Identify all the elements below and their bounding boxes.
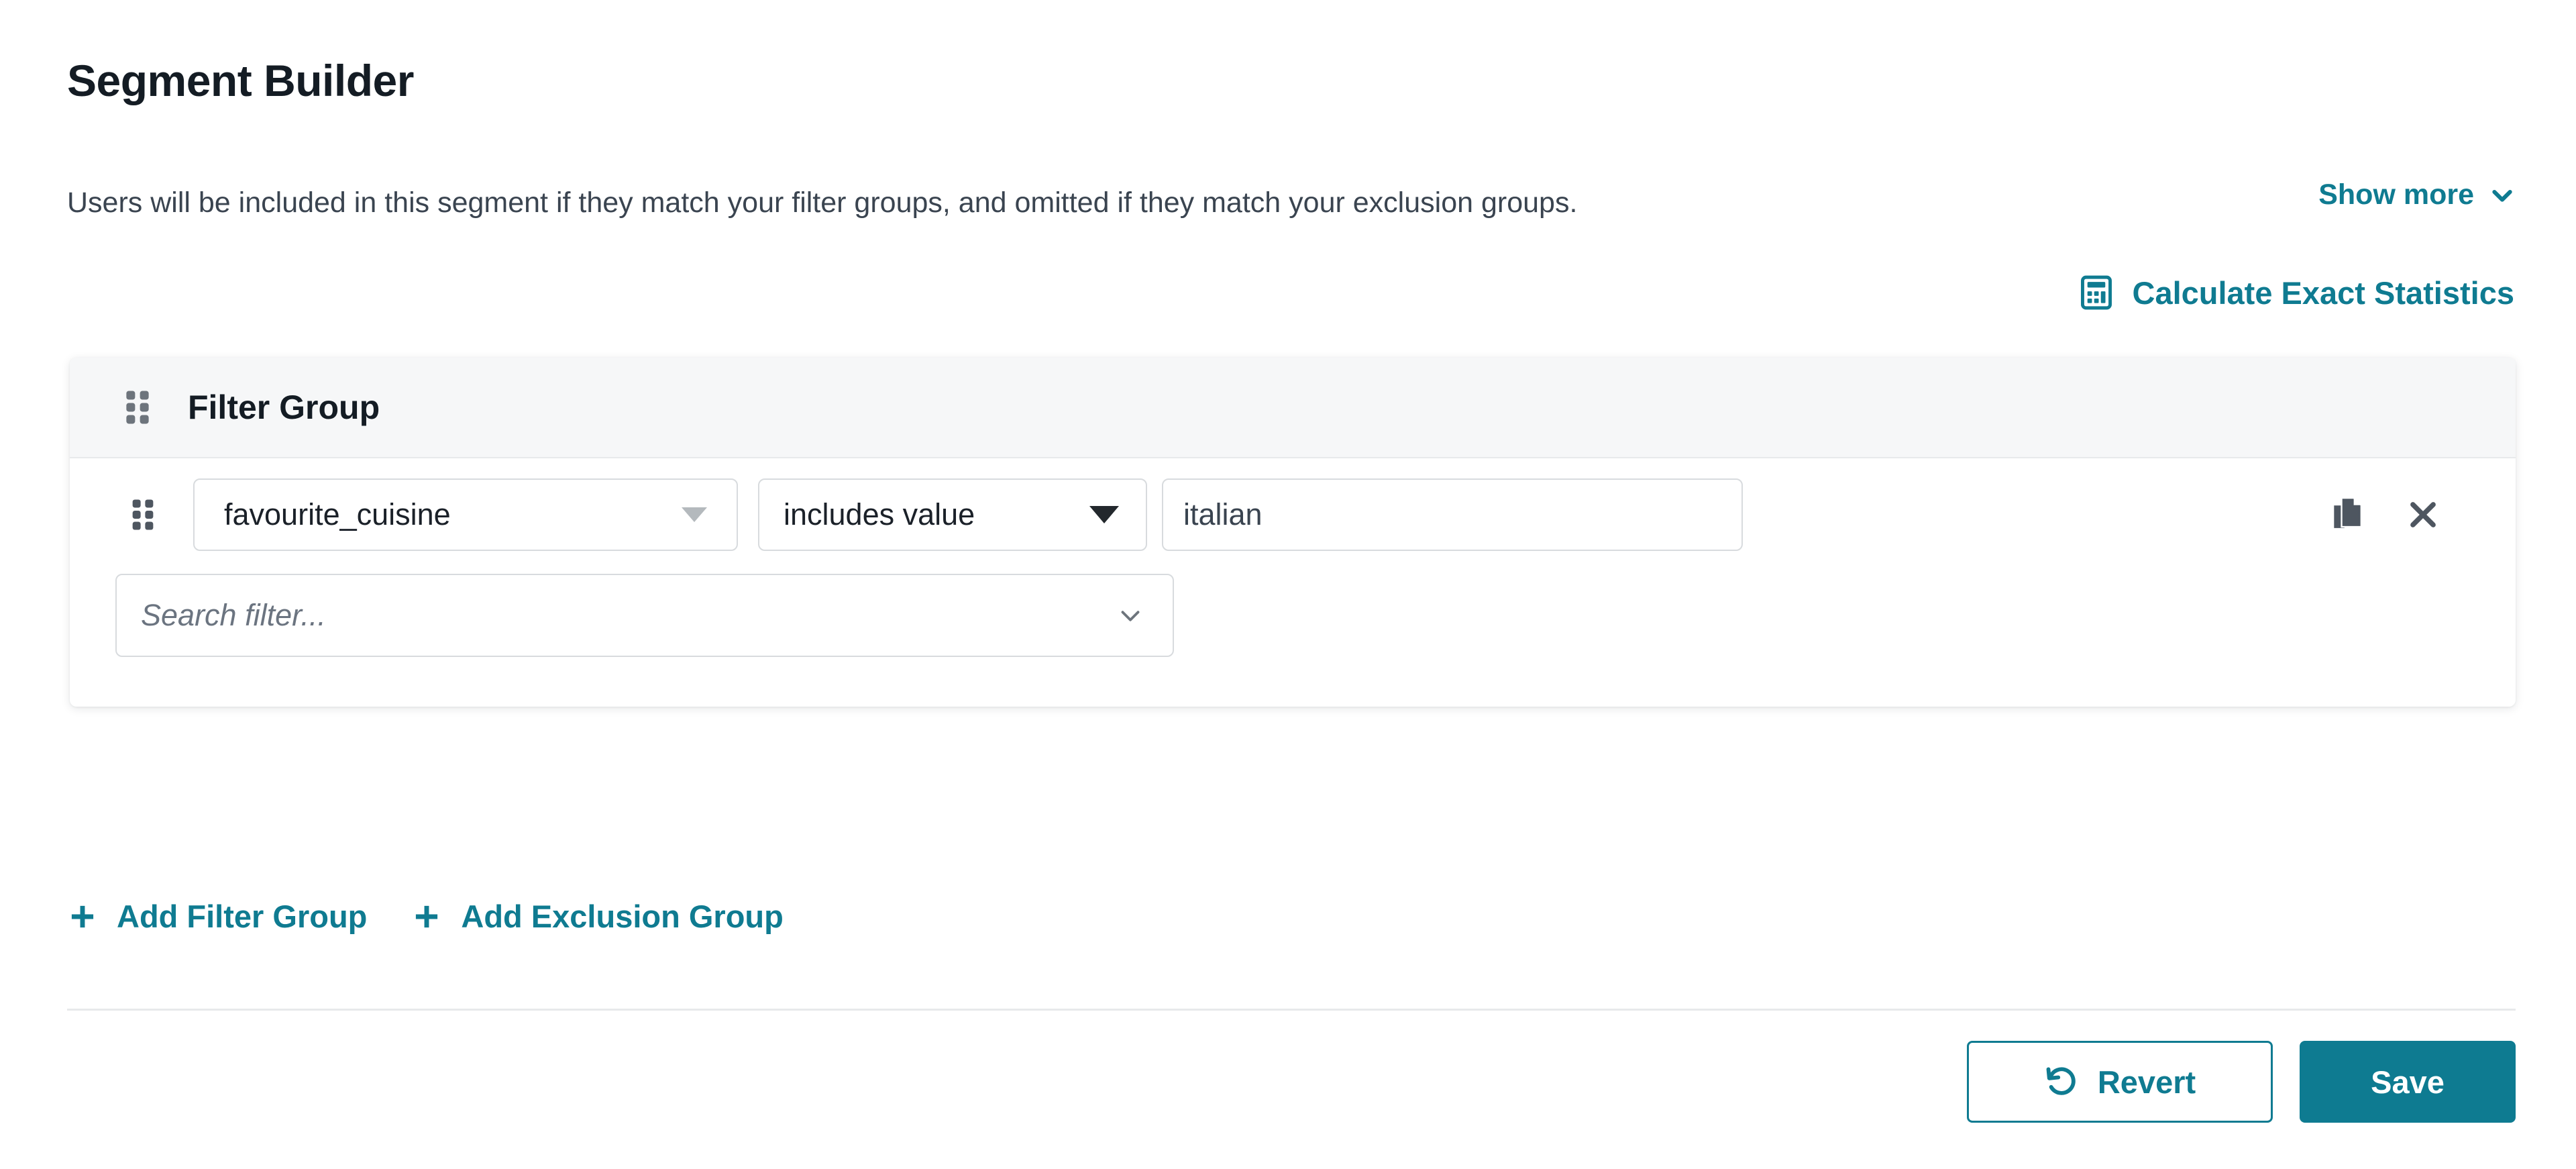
search-filter-combobox[interactable] [115,574,1174,657]
plus-icon [67,901,98,932]
filter-row: favourite_cuisine includes value [70,458,2516,571]
duplicate-icon[interactable] [2330,496,2365,533]
add-exclusion-group-label: Add Exclusion Group [461,899,784,934]
triangle-down-icon [682,507,707,522]
add-exclusion-group-button[interactable]: Add Exclusion Group [411,898,784,935]
calculate-exact-statistics-button[interactable]: Calculate Exact Statistics [2078,274,2515,311]
undo-icon [2044,1064,2079,1099]
page-title: Segment Builder [67,56,414,105]
filter-row-actions [2330,496,2440,533]
calculator-icon [2078,274,2115,311]
add-filter-group-label: Add Filter Group [117,899,368,934]
footer-buttons: Revert Save [1967,1041,2516,1123]
filter-operator-value: includes value [784,497,975,531]
filter-group-header: Filter Group [70,358,2516,458]
drag-handle-icon[interactable] [125,390,150,425]
close-icon[interactable] [2406,496,2440,533]
filter-value-input[interactable] [1162,478,1743,551]
filter-field-select[interactable]: favourite_cuisine [193,478,738,551]
chevron-down-icon [2489,182,2516,209]
description-row: Users will be included in this segment i… [67,179,2516,223]
filter-operator-select[interactable]: includes value [758,478,1147,551]
footer-divider [67,1009,2516,1011]
show-more-label: Show more [2318,179,2474,211]
filter-field-value: favourite_cuisine [224,497,451,531]
add-group-links: Add Filter Group Add Exclusion Group [67,898,828,935]
segment-description: Users will be included in this segment i… [67,187,1578,219]
plus-icon [411,901,442,932]
filter-group-card: Filter Group favourite_cuisine includes … [70,358,2516,707]
revert-button[interactable]: Revert [1967,1041,2273,1123]
add-filter-group-button[interactable]: Add Filter Group [67,898,367,935]
row-drag-handle-icon[interactable] [131,499,154,531]
search-filter-input[interactable] [140,597,1014,633]
save-button-label: Save [2371,1064,2445,1100]
segment-builder-page: Segment Builder Users will be included i… [0,0,2576,1169]
revert-button-label: Revert [2097,1064,2196,1100]
triangle-down-icon [1089,506,1119,523]
filter-group-title: Filter Group [188,389,380,426]
filter-group-body: favourite_cuisine includes value [70,458,2516,707]
calculate-exact-statistics-label: Calculate Exact Statistics [2132,274,2515,311]
show-more-toggle[interactable]: Show more [2318,179,2516,211]
save-button[interactable]: Save [2300,1041,2516,1123]
